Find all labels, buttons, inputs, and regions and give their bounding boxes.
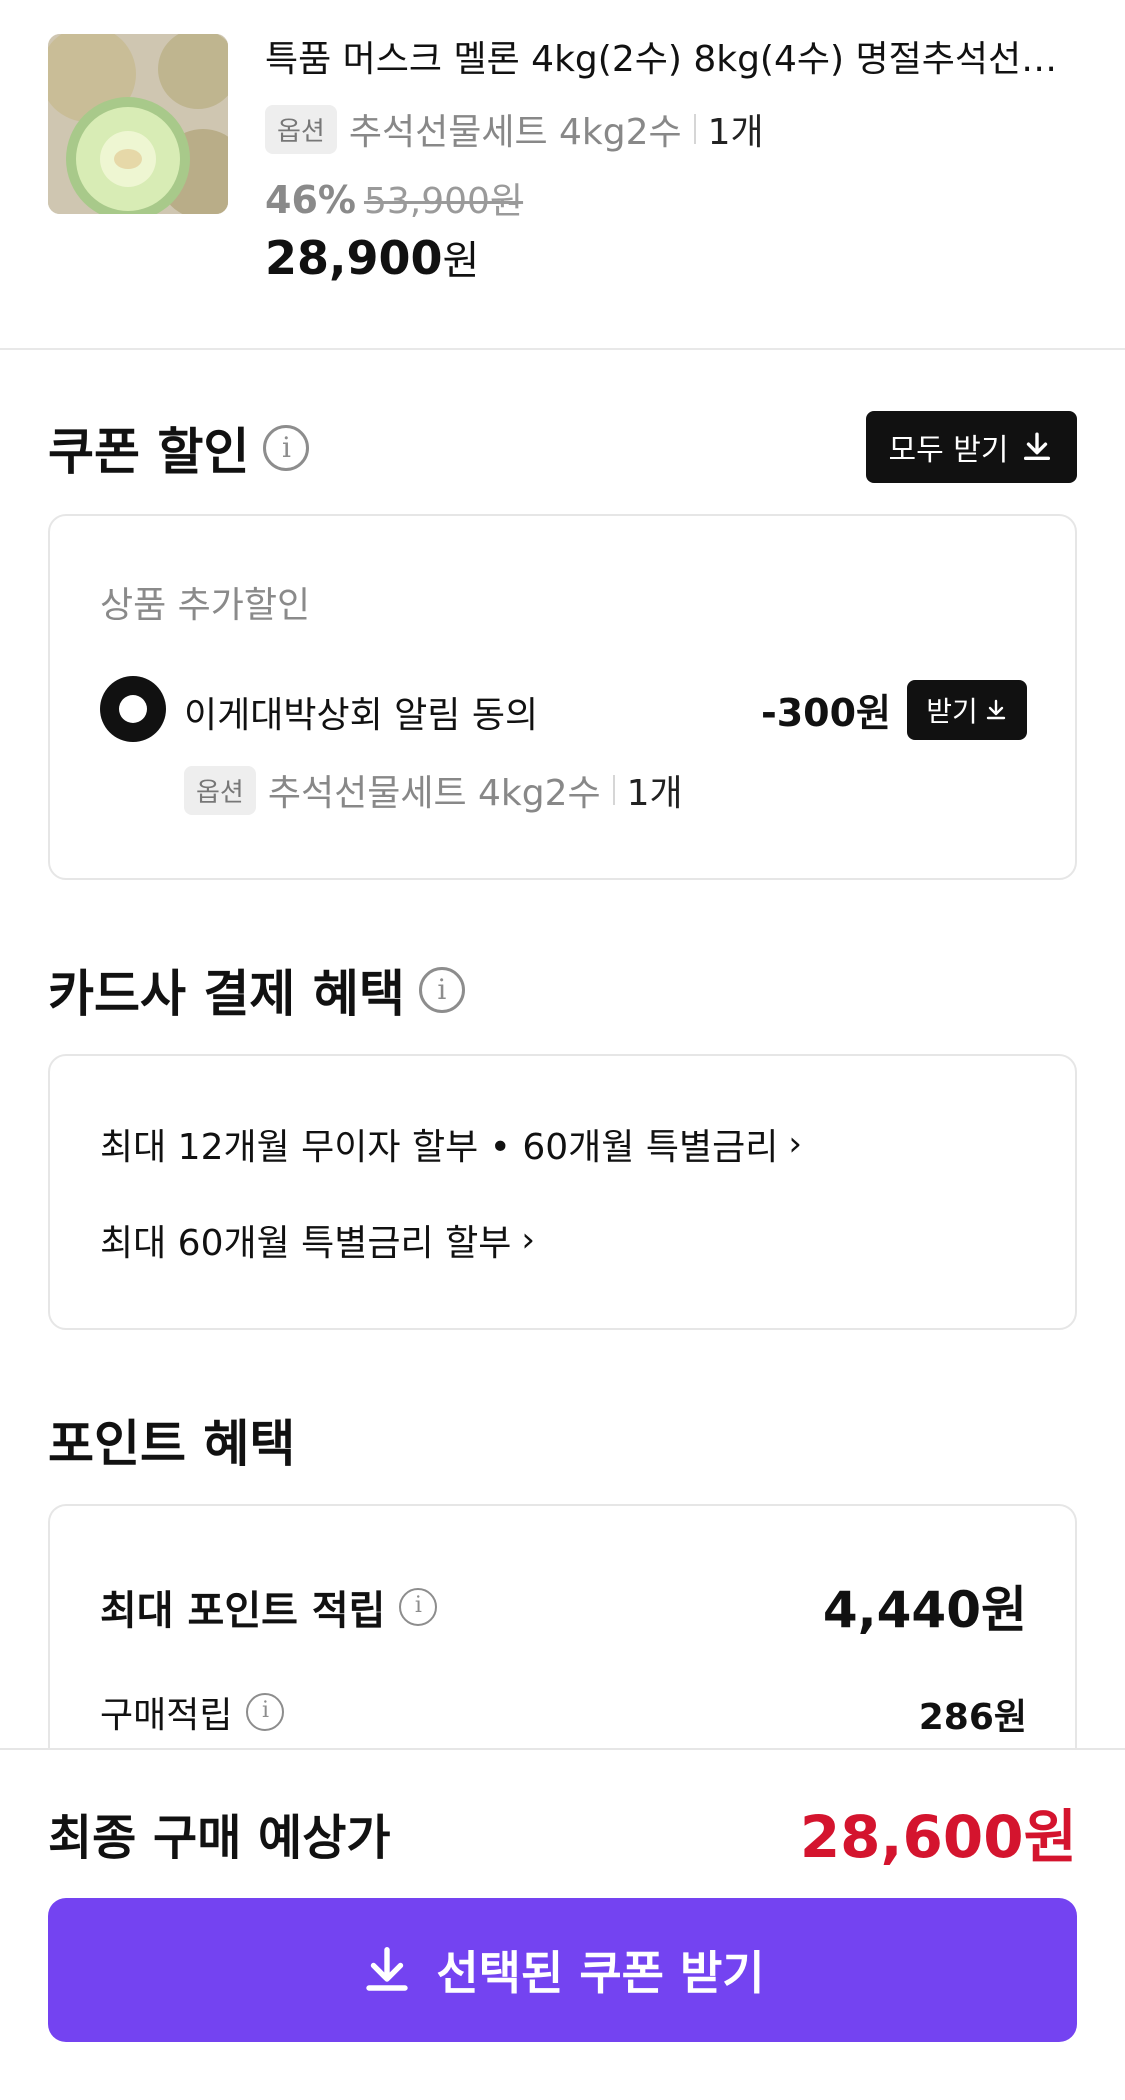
coupon-title-text: 쿠폰 할인 xyxy=(48,423,250,481)
points-title-text: 포인트 혜택 xyxy=(48,1415,296,1473)
coupon-name[interactable]: 이게대박상회 알림 동의 xyxy=(184,686,538,738)
card-benefit-title-text: 카드사 결제 혜택 xyxy=(48,965,405,1023)
melon-image xyxy=(48,34,228,214)
chevron-right-icon: › xyxy=(521,1220,535,1260)
get-coupon-label: 받기 xyxy=(926,695,978,728)
product-title[interactable]: 특품 머스크 멜론 4kg(2수) 8kg(4수) 명절추석선물세트 xyxy=(265,36,1080,84)
benefit-installment-link[interactable]: 최대 12개월 무이자 할부 • 60개월 특별금리 › xyxy=(100,1118,802,1170)
quantity: 1개 xyxy=(707,112,764,153)
card-benefit-section-title: 카드사 결제 혜택 i xyxy=(48,954,465,1026)
bottom-purchase-bar: 최종 구매 예상가 28,600원 선택된 쿠폰 받기 xyxy=(0,1748,1125,2100)
max-points-text: 최대 포인트 적립 xyxy=(100,1588,386,1634)
sale-price: 28,900 원 xyxy=(265,228,479,286)
coupon-radio-selected[interactable] xyxy=(100,676,166,742)
separator xyxy=(612,775,615,805)
info-icon[interactable]: i xyxy=(246,1693,285,1731)
purchase-points-value: 286원 xyxy=(918,1697,1027,1738)
max-points-value: 4,440원 xyxy=(822,1581,1027,1639)
get-all-label: 모두 받기 xyxy=(888,433,1009,468)
original-price: 53,900원 xyxy=(363,181,524,222)
info-icon[interactable]: i xyxy=(418,967,465,1013)
separator xyxy=(693,114,696,144)
benefit-special-rate-link[interactable]: 최대 60개월 특별금리 할부 › xyxy=(100,1214,535,1266)
product-summary: 특품 머스크 멜론 4kg(2수) 8kg(4수) 명절추석선물세트 옵션 추석… xyxy=(0,0,1125,350)
purchase-points-text: 구매적립 xyxy=(100,1695,233,1736)
coupon-page: 특품 머스크 멜론 4kg(2수) 8kg(4수) 명절추석선물세트 옵션 추석… xyxy=(0,0,1125,2100)
chevron-right-icon: › xyxy=(788,1124,802,1164)
coupon-subtitle: 상품 추가할인 xyxy=(100,585,311,626)
purchase-points-label: 구매적립 i xyxy=(100,1686,285,1738)
option-badge: 옵션 xyxy=(184,765,256,815)
quantity: 1개 xyxy=(626,773,683,814)
price-unit: 원 xyxy=(442,238,480,284)
option-badge: 옵션 xyxy=(265,104,337,154)
final-price-value: 28,600원 xyxy=(799,1803,1077,1871)
info-icon[interactable]: i xyxy=(263,425,310,471)
coupon-card: 상품 추가할인 이게대박상회 알림 동의 -300원 받기 옵션 추석선물세트 … xyxy=(48,514,1077,880)
price-number: 28,900 xyxy=(265,231,443,285)
section-divider xyxy=(0,348,1125,350)
card-benefit-card: 최대 12개월 무이자 할부 • 60개월 특별금리 › 최대 60개월 특별금… xyxy=(48,1054,1077,1330)
benefit-line-1: 최대 12개월 무이자 할부 • 60개월 특별금리 xyxy=(100,1127,779,1168)
download-icon xyxy=(366,1947,409,1991)
info-icon[interactable]: i xyxy=(399,1588,438,1626)
get-coupon-button[interactable]: 받기 xyxy=(907,680,1027,740)
cta-label: 선택된 쿠폰 받기 xyxy=(436,1946,765,2000)
benefit-line-2: 최대 60개월 특별금리 할부 xyxy=(100,1223,512,1264)
get-all-coupons-button[interactable]: 모두 받기 xyxy=(866,411,1077,483)
coupon-option: 옵션 추석선물세트 4kg2수 1개 xyxy=(184,764,683,816)
coupon-section-title: 쿠폰 할인 i xyxy=(48,412,310,484)
product-option: 옵션 추석선물세트 4kg2수 1개 xyxy=(265,104,764,154)
points-section-title: 포인트 혜택 xyxy=(48,1404,295,1476)
get-selected-coupons-button[interactable]: 선택된 쿠폰 받기 xyxy=(48,1898,1077,2042)
option-text: 추석선물세트 4kg2수 xyxy=(267,773,601,814)
download-icon xyxy=(1024,432,1051,461)
coupon-amount: -300원 xyxy=(760,691,891,735)
final-price-label: 최종 구매 예상가 xyxy=(48,1810,391,1866)
max-points-label: 최대 포인트 적립 i xyxy=(100,1578,438,1636)
product-thumbnail xyxy=(48,34,228,214)
discount-row: 46% 53,900원 xyxy=(265,172,523,224)
download-icon xyxy=(986,699,1005,720)
discount-percent: 46% xyxy=(265,178,356,222)
option-text: 추석선물세트 4kg2수 xyxy=(348,112,682,153)
